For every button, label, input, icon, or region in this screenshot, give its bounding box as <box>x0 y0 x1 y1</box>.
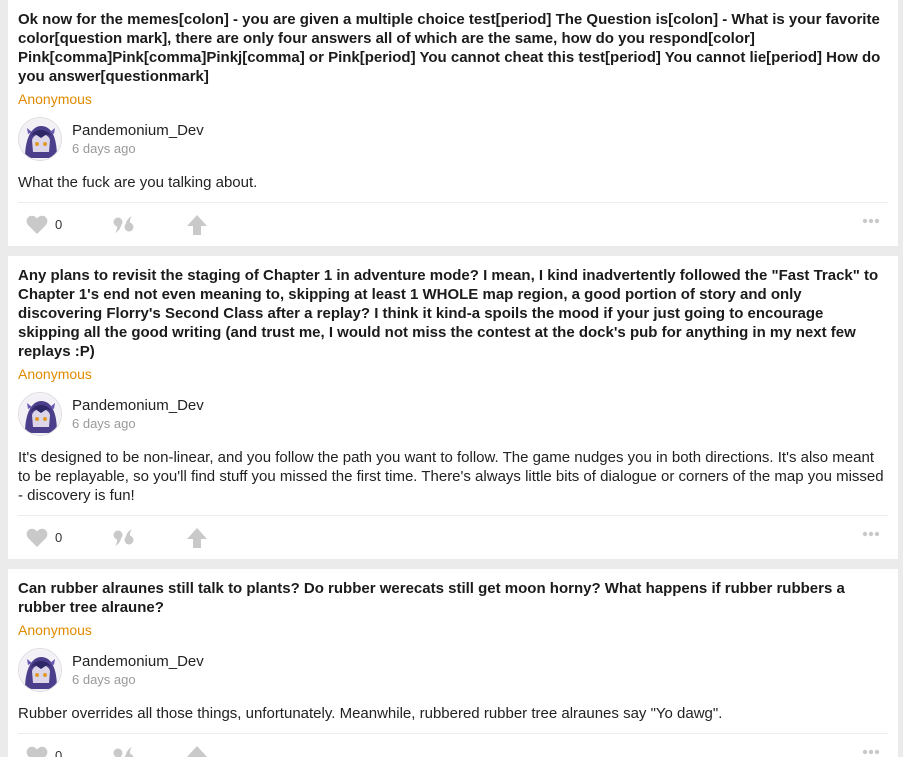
answer-text: It's designed to be non-linear, and you … <box>18 449 884 504</box>
author-name[interactable]: Pandemonium_Dev <box>72 396 204 415</box>
action-bar: 0 <box>18 733 888 757</box>
share-button[interactable] <box>186 745 208 757</box>
post-timestamp: 6 days ago <box>72 416 136 431</box>
action-bar: 0 <box>18 515 888 559</box>
avatar[interactable] <box>18 392 62 436</box>
author-name[interactable]: Pandemonium_Dev <box>72 121 204 140</box>
share-button[interactable] <box>186 214 208 236</box>
answer-feed: Ok now for the memes[colon] - you are gi… <box>8 0 898 757</box>
heart-icon <box>26 746 48 757</box>
quote-button[interactable] <box>112 745 136 757</box>
answer-text: What the fuck are you talking about. <box>18 174 258 191</box>
like-button[interactable]: 0 <box>26 215 62 235</box>
quote-icon <box>113 215 134 233</box>
question-text: Any plans to revisit the staging of Chap… <box>18 267 879 360</box>
like-count: 0 <box>55 217 63 232</box>
heart-icon <box>26 528 48 547</box>
avatar[interactable] <box>18 648 62 692</box>
share-up-arrow-icon <box>187 214 208 235</box>
post-timestamp: 6 days ago <box>72 672 136 687</box>
question-text: Ok now for the memes[colon] - you are gi… <box>18 11 881 85</box>
like-count: 0 <box>55 530 63 545</box>
post-timestamp: 6 days ago <box>72 141 136 156</box>
author-name[interactable]: Pandemonium_Dev <box>72 652 204 671</box>
asker-name[interactable]: Anonymous <box>18 90 92 108</box>
quote-button[interactable] <box>112 527 136 549</box>
like-button[interactable]: 0 <box>26 746 62 757</box>
author-block: Pandemonium_Dev 6 days ago <box>18 117 888 161</box>
heart-icon <box>26 215 48 234</box>
avatar[interactable] <box>18 117 62 161</box>
post-card: Can rubber alraunes still talk to plants… <box>8 569 898 757</box>
more-dots-icon <box>862 749 880 755</box>
more-dots-icon <box>862 218 880 224</box>
post-card: Any plans to revisit the staging of Chap… <box>8 256 898 559</box>
question-text: Can rubber alraunes still talk to plants… <box>18 580 845 616</box>
more-options-button[interactable] <box>862 218 880 224</box>
share-button[interactable] <box>186 527 208 549</box>
share-up-arrow-icon <box>187 527 208 548</box>
asker-name[interactable]: Anonymous <box>18 365 92 383</box>
action-bar: 0 <box>18 202 888 246</box>
author-block: Pandemonium_Dev 6 days ago <box>18 392 888 436</box>
like-button[interactable]: 0 <box>26 528 62 548</box>
answer-text: Rubber overrides all those things, unfor… <box>18 705 723 722</box>
share-up-arrow-icon <box>187 745 208 757</box>
quote-button[interactable] <box>112 214 136 236</box>
quote-icon <box>113 528 134 546</box>
more-dots-icon <box>862 531 880 537</box>
more-options-button[interactable] <box>862 749 880 755</box>
post-card: Ok now for the memes[colon] - you are gi… <box>8 0 898 246</box>
asker-name[interactable]: Anonymous <box>18 621 92 639</box>
like-count: 0 <box>55 748 63 757</box>
more-options-button[interactable] <box>862 531 880 537</box>
quote-icon <box>113 746 134 757</box>
author-block: Pandemonium_Dev 6 days ago <box>18 648 888 692</box>
